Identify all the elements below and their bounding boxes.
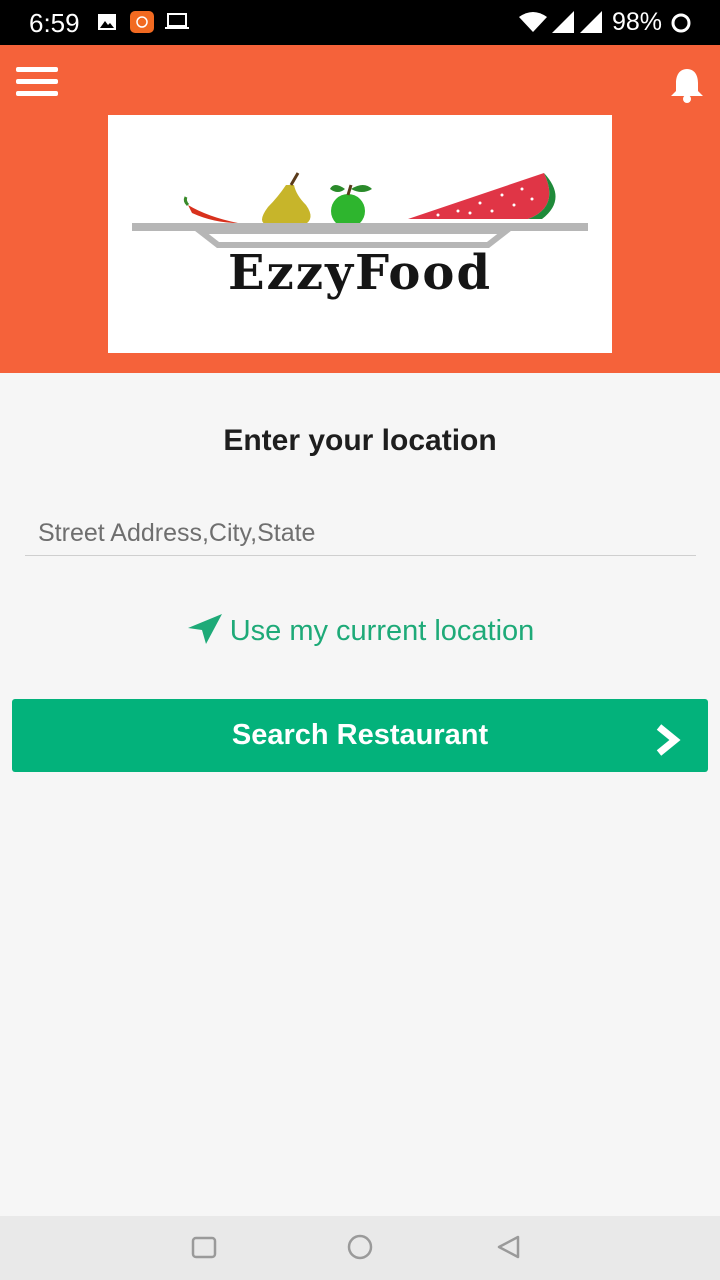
chevron-right-icon: [656, 724, 681, 756]
status-time: 6:59: [29, 8, 80, 38]
signal-icon: [580, 11, 602, 33]
signal-icon: [552, 11, 574, 33]
battery-percent: 98%: [612, 8, 663, 36]
status-bar: 6:59 98%: [0, 0, 720, 45]
back-triangle-icon[interactable]: [496, 1234, 522, 1260]
home-circle-icon[interactable]: [346, 1234, 374, 1260]
logo-artwork: [132, 172, 588, 248]
battery-icon: [671, 13, 691, 33]
laptop-icon: [165, 13, 189, 29]
recents-square-icon[interactable]: [191, 1234, 217, 1260]
page-title: Enter your location: [223, 424, 497, 457]
ezzyfood-logo: EzzyFood: [108, 115, 612, 353]
menu-button[interactable]: [16, 67, 58, 101]
bell-icon: [671, 69, 703, 103]
use-current-location-link[interactable]: Use my current location: [0, 612, 720, 648]
wifi-icon: [519, 12, 547, 32]
search-restaurant-label: Search Restaurant: [231, 719, 489, 751]
menu-icon: [16, 67, 58, 72]
address-input[interactable]: [25, 512, 696, 556]
system-nav-bar: [0, 1216, 720, 1280]
logo-text: EzzyFood: [227, 245, 493, 301]
navigation-arrow-icon: [187, 614, 222, 644]
app-notification-icon: [130, 11, 154, 33]
search-restaurant-button[interactable]: Search Restaurant: [12, 699, 708, 772]
use-current-location-label: Use my current location: [229, 615, 535, 647]
notifications-button[interactable]: [668, 67, 706, 103]
image-icon: [98, 14, 116, 30]
app-header: EzzyFood: [0, 45, 720, 373]
